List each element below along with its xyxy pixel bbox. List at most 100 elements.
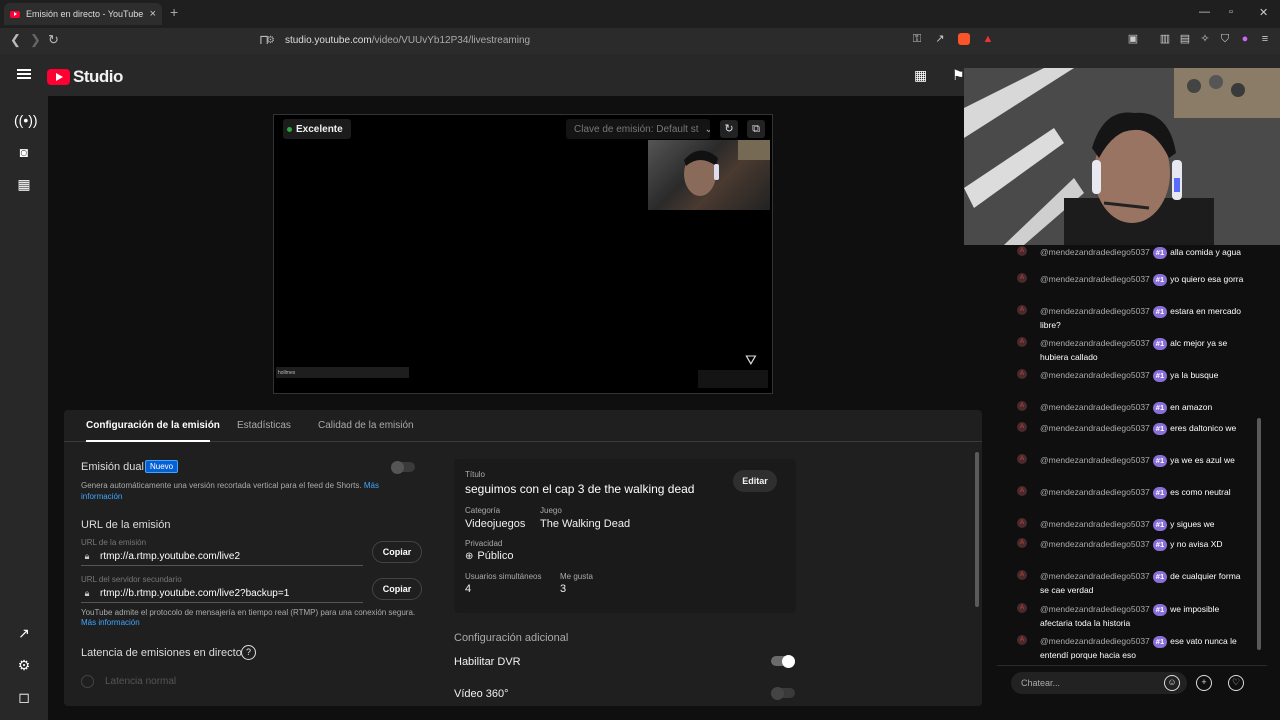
chat-username[interactable]: @mendezandradediego5037 — [1040, 423, 1150, 433]
avatar[interactable]: A — [1017, 570, 1027, 580]
chat-username[interactable]: @mendezandradediego5037 — [1040, 539, 1150, 549]
chat-username[interactable]: @mendezandradediego5037 — [1040, 370, 1150, 380]
extensions-icon[interactable]: ▣ — [1127, 33, 1139, 45]
chat-username[interactable]: @mendezandradediego5037 — [1040, 487, 1150, 497]
avatar[interactable]: A — [1017, 422, 1027, 432]
globe-icon: ⊕ — [465, 550, 474, 562]
key-icon[interactable]: ⚿ — [911, 33, 923, 45]
chat-username[interactable]: @mendezandradediego5037 — [1040, 604, 1150, 614]
avatar[interactable]: A — [1017, 635, 1027, 645]
avatar[interactable]: A — [1017, 369, 1027, 379]
webcam-image — [964, 68, 1280, 245]
tab-stream-settings[interactable]: Configuración de la emisión — [86, 420, 220, 431]
copy-backup-button[interactable]: Copiar — [372, 578, 422, 600]
avatar[interactable]: A — [1017, 273, 1027, 283]
panel-scrollbar[interactable] — [975, 452, 979, 607]
chat-input[interactable]: Chatear... — [1011, 672, 1187, 694]
chat-username[interactable]: @mendezandradediego5037 — [1040, 455, 1150, 465]
chat-username[interactable]: @mendezandradediego5037 — [1040, 247, 1150, 257]
avatar[interactable]: A — [1017, 603, 1027, 613]
emoji-icon[interactable]: ☺ — [1164, 675, 1180, 691]
flag-icon[interactable]: ⚑ — [952, 67, 965, 84]
latency-option: Latencia normal — [105, 676, 177, 687]
avatar[interactable]: A — [1017, 401, 1027, 411]
avatar[interactable]: A — [1017, 518, 1027, 528]
backup-url-field[interactable]: 🔒︎ rtmp://b.rtmp.youtube.com/live2?backu… — [81, 585, 363, 603]
refresh-key-icon[interactable]: ↻ — [720, 120, 738, 138]
video360-toggle[interactable] — [771, 686, 795, 700]
vpn-icon[interactable]: ⛉ — [1219, 33, 1231, 45]
chat-username[interactable]: @mendezandradediego5037 — [1040, 636, 1150, 646]
clapperboard-icon[interactable]: ▦ — [914, 67, 927, 84]
copy-key-icon[interactable]: ⧉ — [747, 120, 765, 138]
browser-tab[interactable]: Emisión en directo - YouTube Stu × — [4, 3, 162, 25]
preview-webcam-image — [648, 140, 770, 210]
privacy-label: Privacidad — [465, 539, 503, 548]
chat-scrollbar[interactable] — [1257, 418, 1261, 650]
category-value: Videojuegos — [465, 518, 526, 530]
chat-line: @mendezandradediego5037 #1 ya we es azul w… — [1040, 453, 1245, 467]
brave-shields-icon[interactable] — [958, 33, 970, 45]
avatar[interactable]: A — [1017, 538, 1027, 548]
dvr-toggle[interactable] — [771, 654, 795, 668]
minimize-icon[interactable]: — — [1199, 6, 1210, 18]
likes-label: Me gusta — [560, 572, 593, 581]
live-stream-icon[interactable]: ((•)) — [14, 110, 38, 130]
avatar[interactable]: A — [1017, 337, 1027, 347]
chat-username[interactable]: @mendezandradediego5037 — [1040, 402, 1150, 412]
latency-title: Latencia de emisiones en directo — [81, 647, 242, 659]
feedback-icon[interactable]: ◻ — [14, 687, 34, 707]
avatar[interactable]: A — [1017, 305, 1027, 315]
chat-text: en amazon — [1170, 402, 1213, 412]
url-path: /video/VUUvYb12P34/livestreaming — [371, 35, 531, 46]
heart-icon[interactable]: ♡ — [1228, 675, 1244, 691]
stream-url-field[interactable]: 🔒︎ rtmp://a.rtmp.youtube.com/live2 — [81, 548, 363, 566]
chat-username[interactable]: @mendezandradediego5037 — [1040, 519, 1150, 529]
overlay-label: hollmes — [276, 367, 409, 378]
avatar[interactable]: A — [1017, 454, 1027, 464]
camera-icon[interactable]: ◙ — [14, 142, 34, 162]
site-info-icon[interactable]: ⚙ — [266, 35, 275, 46]
stream-key-select[interactable]: Clave de emisión: Default st ⌄ — [566, 119, 710, 139]
member-badge: #1 — [1152, 571, 1168, 583]
forward-icon[interactable]: ❯ — [30, 32, 41, 48]
new-tab-button[interactable]: + — [170, 4, 178, 20]
rtmp-more-link[interactable]: Más información — [81, 618, 421, 628]
reload-icon[interactable]: ↻ — [48, 32, 59, 48]
address-bar[interactable]: ⚙ studio.youtube.com/video/VUUvYb12P34/l… — [262, 31, 1002, 50]
viewers-label: Usuarios simultáneos — [465, 572, 542, 581]
close-window-icon[interactable]: ✕ — [1259, 6, 1268, 19]
member-badge: #1 — [1152, 274, 1168, 286]
copy-url-button[interactable]: Copiar — [372, 541, 422, 563]
chat-username[interactable]: @mendezandradediego5037 — [1040, 274, 1150, 284]
avatar[interactable]: A — [1017, 486, 1027, 496]
menu-icon[interactable]: ≡ — [1259, 33, 1271, 45]
chat-username[interactable]: @mendezandradediego5037 — [1040, 338, 1150, 348]
edit-button[interactable]: Editar — [733, 470, 777, 492]
hamburger-menu-icon[interactable] — [17, 69, 31, 79]
maximize-icon[interactable]: ▫ — [1229, 6, 1233, 18]
studio-logo[interactable]: Studio — [47, 67, 123, 87]
tab-stream-health[interactable]: Calidad de la emisión — [318, 420, 414, 431]
profile-icon[interactable]: ● — [1239, 33, 1251, 45]
dual-stream-toggle[interactable] — [391, 460, 415, 474]
sidebar-icon[interactable]: ▥ — [1159, 33, 1171, 45]
brave-rewards-icon[interactable]: ▲ — [982, 33, 994, 45]
close-tab-icon[interactable]: × — [150, 8, 156, 20]
tab-analytics[interactable]: Estadísticas — [237, 420, 291, 431]
game-value: The Walking Dead — [540, 518, 631, 530]
help-icon[interactable]: ? — [241, 645, 256, 660]
avatar[interactable]: A — [1017, 246, 1027, 256]
wallet-icon[interactable]: ▤ — [1179, 33, 1191, 45]
exit-icon[interactable]: ↗ — [14, 623, 34, 643]
settings-icon[interactable]: ⚙ — [14, 655, 34, 675]
leo-ai-icon[interactable]: ✧ — [1199, 33, 1211, 45]
back-icon[interactable]: ❮ — [10, 32, 21, 48]
chat-username[interactable]: @mendezandradediego5037 — [1040, 306, 1150, 316]
chat-username[interactable]: @mendezandradediego5037 — [1040, 571, 1150, 581]
category-label: Categoría — [465, 506, 501, 515]
share-icon[interactable]: ↗ — [934, 33, 946, 45]
add-icon[interactable]: + — [1196, 675, 1212, 691]
latency-radio[interactable] — [81, 675, 94, 688]
calendar-icon[interactable]: ▦ — [14, 174, 34, 194]
